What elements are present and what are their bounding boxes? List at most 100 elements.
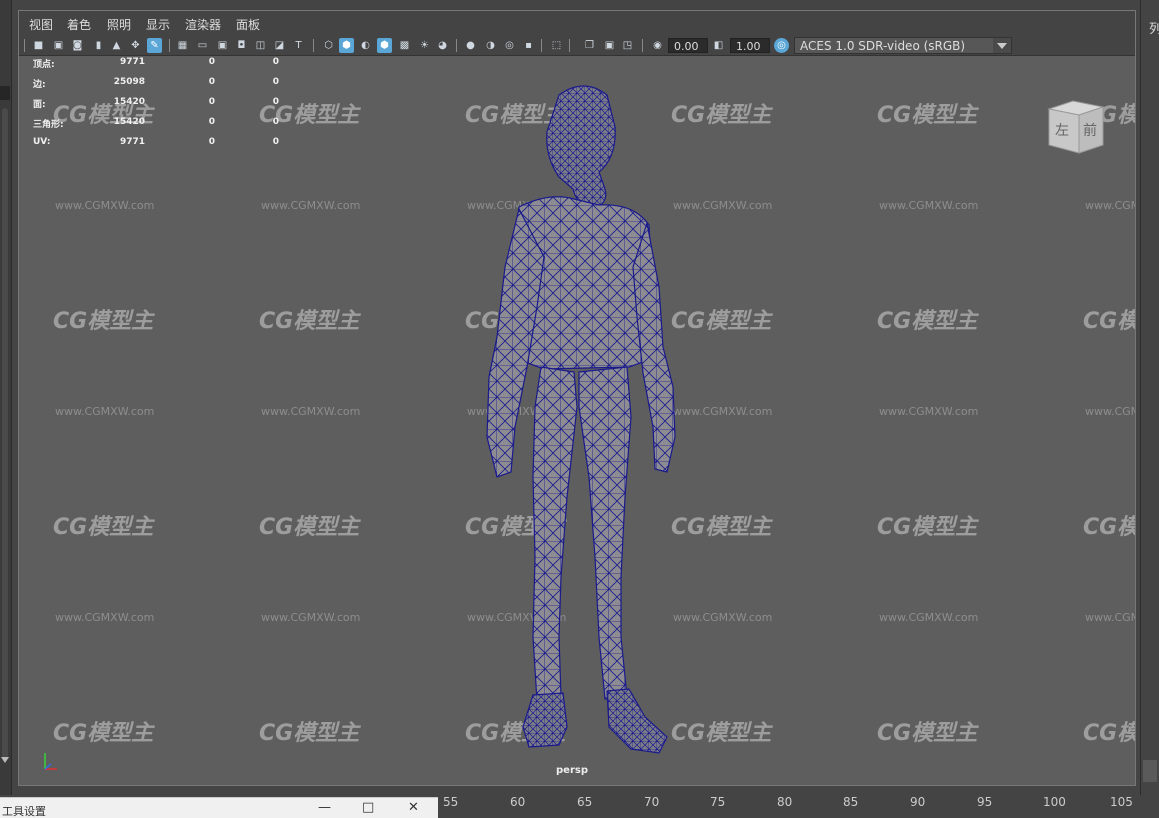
watermark-url: www.CGMXW.com: [1085, 405, 1135, 418]
field-chart-icon[interactable]: ◫: [253, 38, 268, 53]
resolution-gate-icon[interactable]: ▣: [215, 38, 230, 53]
watermark-url: www.CGMXW.com: [879, 405, 979, 418]
select-camera-icon[interactable]: ■: [31, 38, 46, 53]
timeline-tick-label: 55: [443, 795, 459, 809]
timeline-tick-label: 75: [710, 795, 726, 809]
right-scrollbar[interactable]: [1143, 760, 1157, 782]
character-wireframe-model[interactable]: [449, 77, 709, 757]
smooth-shade-icon[interactable]: ⬢: [339, 38, 354, 53]
chevron-down-icon[interactable]: [993, 38, 1011, 53]
gamma-icon[interactable]: ◧: [711, 38, 726, 53]
film-gate-icon[interactable]: ▭: [195, 38, 210, 53]
color-management-icon[interactable]: ◎: [774, 38, 789, 53]
close-icon[interactable]: ✕: [408, 800, 419, 815]
safe-action-icon[interactable]: ◪: [272, 38, 287, 53]
depth-of-field-icon[interactable]: ▪: [521, 38, 536, 53]
watermark-logo: CG模型主: [1083, 309, 1135, 334]
menu-panels[interactable]: 面板: [236, 16, 260, 33]
watermark-url: www.CGMXW.com: [1085, 611, 1135, 624]
watermark-logo: CG模型主: [259, 721, 360, 746]
image-plane-icon[interactable]: ▲: [109, 38, 124, 53]
timeline-tick-label: 70: [644, 795, 660, 809]
timeline-tick-label: 85: [843, 795, 859, 809]
hud-row-edges: 边: 25098 0 0: [33, 77, 279, 90]
view-cube[interactable]: 左 前: [1045, 97, 1107, 155]
lock-camera-icon[interactable]: ▣: [51, 38, 66, 53]
panel-toolbar: ■ ▣ ◙ ▮ ▲ ✥ ✎ ▦ ▭ ▣ ◘ ◫ ◪ T ⬡ ⬢ ◐ ⬢ ▩ ☀ …: [19, 35, 1135, 56]
watermark-logo: CG模型主: [1083, 721, 1135, 746]
screen-space-ao-icon[interactable]: ●: [463, 38, 478, 53]
menu-lighting[interactable]: 照明: [107, 16, 131, 33]
timeline-tick-label: 105: [1110, 795, 1133, 809]
toolbar-separator: [169, 39, 170, 52]
gamma-field[interactable]: 1.00: [730, 38, 770, 53]
xray-joints-icon[interactable]: ▣: [602, 38, 617, 53]
menu-view[interactable]: 视图: [29, 16, 53, 33]
watermark-logo: CG模型主: [877, 515, 978, 540]
default-material-icon[interactable]: ◐: [358, 38, 373, 53]
hud-row-faces: 面: 15420 0 0: [33, 97, 279, 110]
tool-settings-title: 工具设置: [2, 805, 46, 818]
use-all-lights-icon[interactable]: ☀: [417, 38, 432, 53]
timeline-tick-label: 90: [910, 795, 926, 809]
watermark-url: www.CGMXW.com: [261, 405, 361, 418]
view-cube-front-face: 前: [1083, 122, 1097, 139]
menu-renderer[interactable]: 渲染器: [185, 16, 221, 33]
toolbar-separator: [24, 39, 25, 52]
textured-icon[interactable]: ▩: [397, 38, 412, 53]
menu-show[interactable]: 显示: [146, 16, 170, 33]
watermark-url: www.CGMXW.com: [261, 611, 361, 624]
view-transform-dropdown[interactable]: ACES 1.0 SDR-video (sRGB): [794, 37, 1012, 54]
left-leg: [532, 366, 578, 702]
hud-row-uvs: UV: 9771 0 0: [33, 137, 279, 147]
safe-title-icon[interactable]: T: [291, 38, 306, 53]
isolate-select-icon[interactable]: ⬚: [549, 38, 564, 53]
viewport-panel: 视图 着色 照明 显示 渲染器 面板 ■ ▣ ◙ ▮ ▲ ✥ ✎ ▦ ▭ ▣ ◘…: [18, 10, 1136, 786]
right-foot: [606, 688, 668, 754]
gate-mask-icon[interactable]: ◘: [234, 38, 249, 53]
menu-shading[interactable]: 着色: [67, 16, 91, 33]
hud-row-triangles: 三角形: 15420 0 0: [33, 117, 279, 130]
camera-attributes-icon[interactable]: ◙: [70, 38, 85, 53]
xray-components-icon[interactable]: ◳: [620, 38, 635, 53]
watermark-logo: CG模型主: [877, 103, 978, 128]
toolbar-separator: [642, 39, 643, 52]
toolbar-separator: [541, 39, 542, 52]
maximize-icon[interactable]: □: [362, 800, 374, 815]
motion-blur-icon[interactable]: ◑: [483, 38, 498, 53]
shadows-icon[interactable]: ◕: [435, 38, 450, 53]
watermark-logo: CG模型主: [877, 721, 978, 746]
exposure-icon[interactable]: ◉: [650, 38, 665, 53]
left-scrollbar[interactable]: [2, 108, 8, 758]
watermark-logo: CG模型主: [53, 309, 154, 334]
xray-icon[interactable]: ❐: [582, 38, 597, 53]
axis-indicator: [44, 753, 57, 770]
watermark-logo: CG模型主: [259, 515, 360, 540]
time-slider[interactable]: 55 60 65 70 75 80 85 90 95 100 105: [438, 795, 1159, 818]
left-foot: [522, 692, 568, 748]
watermark-url: www.CGMXW.com: [1085, 199, 1135, 212]
anti-aliasing-icon[interactable]: ◎: [502, 38, 517, 53]
collapse-handle[interactable]: [0, 86, 10, 100]
grid-icon[interactable]: ▦: [175, 38, 190, 53]
camera-label: persp: [556, 765, 588, 776]
exposure-field[interactable]: 0.00: [668, 38, 708, 53]
view-transform-value: ACES 1.0 SDR-video (sRGB): [800, 39, 966, 53]
timeline-tick-label: 100: [1043, 795, 1066, 809]
minimize-icon[interactable]: —: [318, 800, 331, 815]
bookmark-icon[interactable]: ▮: [91, 38, 106, 53]
timeline-tick-label: 60: [510, 795, 526, 809]
timeline-tick-label: 80: [777, 795, 793, 809]
toolbar-separator: [569, 39, 570, 52]
view-cube-left-face: 左: [1055, 123, 1069, 139]
wireframe-on-shaded-icon[interactable]: ⬢: [377, 38, 392, 53]
2d-pan-zoom-icon[interactable]: ✥: [128, 38, 143, 53]
hud-row-vertices: 顶点: 9771 0 0: [33, 57, 279, 70]
wireframe-icon[interactable]: ⬡: [321, 38, 336, 53]
channel-box-title: 列: [1149, 22, 1159, 37]
3d-viewport[interactable]: CG模型主 www.CGMXW.com CG模型主 www.CGMXW.com CG模型…: [19, 57, 1135, 785]
scroll-down-icon[interactable]: [1, 757, 9, 763]
grease-pencil-icon[interactable]: ✎: [147, 38, 162, 53]
watermark-logo: CG模型主: [259, 309, 360, 334]
watermark-url: www.CGMXW.com: [55, 611, 155, 624]
